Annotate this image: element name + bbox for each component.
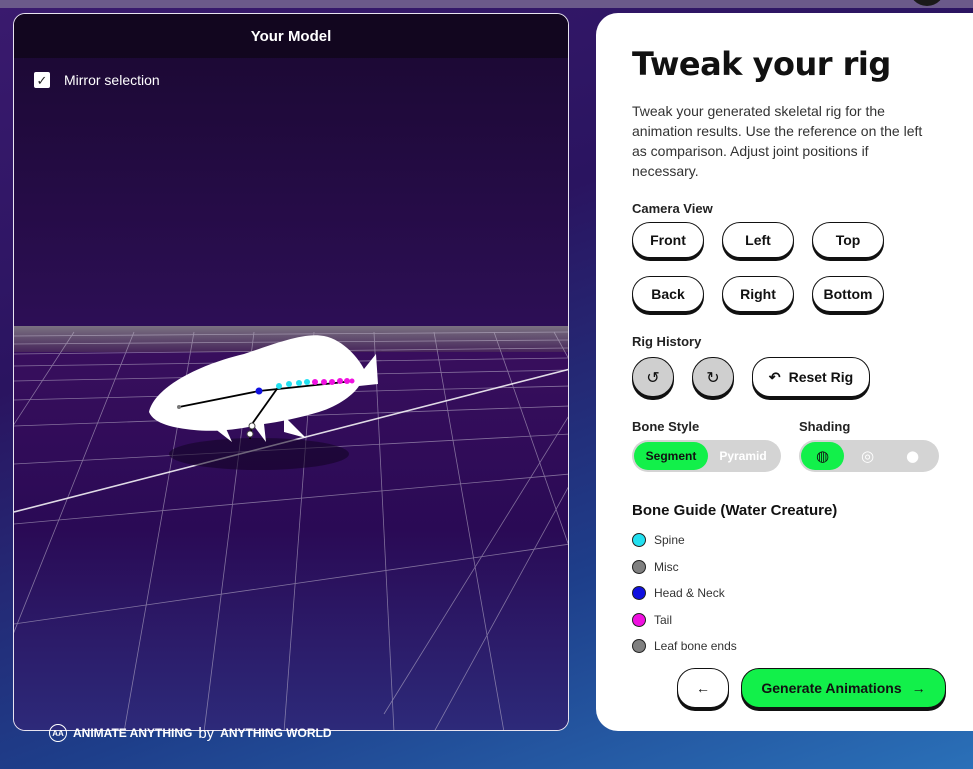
legend-label: Head & Neck <box>654 586 725 601</box>
avatar[interactable] <box>909 0 945 6</box>
generate-label: Generate Animations <box>761 680 902 696</box>
bone-style-pyramid[interactable]: Pyramid <box>708 442 778 470</box>
shading-group: Shading ◍ ◎ ● <box>799 419 939 472</box>
style-row: Bone Style Segment Pyramid Shading ◍ ◎ ● <box>632 419 973 472</box>
shading-textured-icon[interactable]: ◍ <box>801 442 844 470</box>
shading-toggle: ◍ ◎ ● <box>799 440 939 472</box>
camera-view-label: Camera View <box>632 201 713 216</box>
legend-item: Head & Neck <box>632 580 973 607</box>
camera-right-button[interactable]: Right <box>722 276 794 312</box>
mirror-checkbox[interactable]: ✓ <box>34 72 50 88</box>
bone-style-group: Bone Style Segment Pyramid <box>632 419 781 472</box>
camera-bottom-button[interactable]: Bottom <box>812 276 884 312</box>
camera-back-button[interactable]: Back <box>632 276 704 312</box>
arrow-left-icon: ← <box>696 680 710 696</box>
shading-solid-icon[interactable]: ● <box>891 442 934 470</box>
brand-company: ANYTHING WORLD <box>220 726 332 740</box>
brand-by: by <box>198 724 215 742</box>
legend-item: Spine <box>632 527 973 554</box>
legend-item: Misc <box>632 554 973 581</box>
panel-actions: ← Generate Animations → <box>677 668 946 708</box>
camera-view-grid: Front Left Top Back Right Bottom <box>632 222 973 312</box>
bone-style-label: Bone Style <box>632 419 700 434</box>
legend-dot-leaf-ends <box>632 639 646 654</box>
redo-icon: ↻ <box>706 367 720 387</box>
undo-button[interactable]: ↺ <box>632 357 674 397</box>
camera-top-button[interactable]: Top <box>812 222 884 258</box>
brand-footer: AA ANIMATE ANYTHING by ANYTHING WORLD <box>49 724 332 742</box>
back-button[interactable]: ← <box>677 668 729 708</box>
rig-history-controls: ↺ ↻ ↶ Reset Rig <box>632 357 973 397</box>
shading-label: Shading <box>799 419 851 434</box>
bone-guide-title: Bone Guide (Water Creature) <box>632 502 838 519</box>
mirror-selection-toggle[interactable]: ✓ Mirror selection <box>34 72 160 88</box>
bone-style-toggle: Segment Pyramid <box>632 440 781 472</box>
camera-front-button[interactable]: Front <box>632 222 704 258</box>
model-viewport[interactable]: Your Model ✓ Mirror selection <box>13 13 569 731</box>
undo-icon: ↺ <box>646 367 660 387</box>
mirror-label: Mirror selection <box>64 72 160 88</box>
legend-dot-spine <box>632 533 646 548</box>
legend-dot-tail <box>632 612 646 627</box>
legend-dot-misc <box>632 559 646 574</box>
brand-name: ANIMATE ANYTHING <box>73 726 193 740</box>
page-title: Tweak your rig <box>632 45 891 83</box>
rig-panel: Tweak your rig Tweak your generated skel… <box>596 13 973 731</box>
camera-left-button[interactable]: Left <box>722 222 794 258</box>
redo-button[interactable]: ↻ <box>692 357 734 397</box>
generate-animations-button[interactable]: Generate Animations → <box>741 668 946 708</box>
panel-description: Tweak your generated skeletal rig for th… <box>632 103 923 179</box>
viewport-title: Your Model <box>14 14 568 58</box>
legend-label: Tail <box>654 612 673 627</box>
reset-rig-label: Reset Rig <box>788 369 854 385</box>
legend-dot-head-neck <box>632 586 646 601</box>
shading-wireframe-icon[interactable]: ◎ <box>846 442 889 470</box>
bone-style-segment[interactable]: Segment <box>634 442 708 470</box>
rig-history-label: Rig History <box>632 334 702 349</box>
reset-rig-button[interactable]: ↶ Reset Rig <box>752 357 870 397</box>
reset-icon: ↶ <box>768 368 781 385</box>
legend-item: Tail <box>632 607 973 634</box>
legend-label: Leaf bone ends <box>654 639 737 654</box>
bone-guide-legend: Spine Misc Head & Neck Tail Leaf bone en… <box>632 527 973 660</box>
3d-scene[interactable] <box>14 14 569 731</box>
legend-label: Spine <box>654 533 685 548</box>
legend-item: Leaf bone ends <box>632 633 973 660</box>
top-bar <box>0 0 973 8</box>
legend-label: Misc <box>654 559 679 574</box>
arrow-right-icon: → <box>911 680 926 696</box>
brand-logo-icon: AA <box>49 724 67 742</box>
